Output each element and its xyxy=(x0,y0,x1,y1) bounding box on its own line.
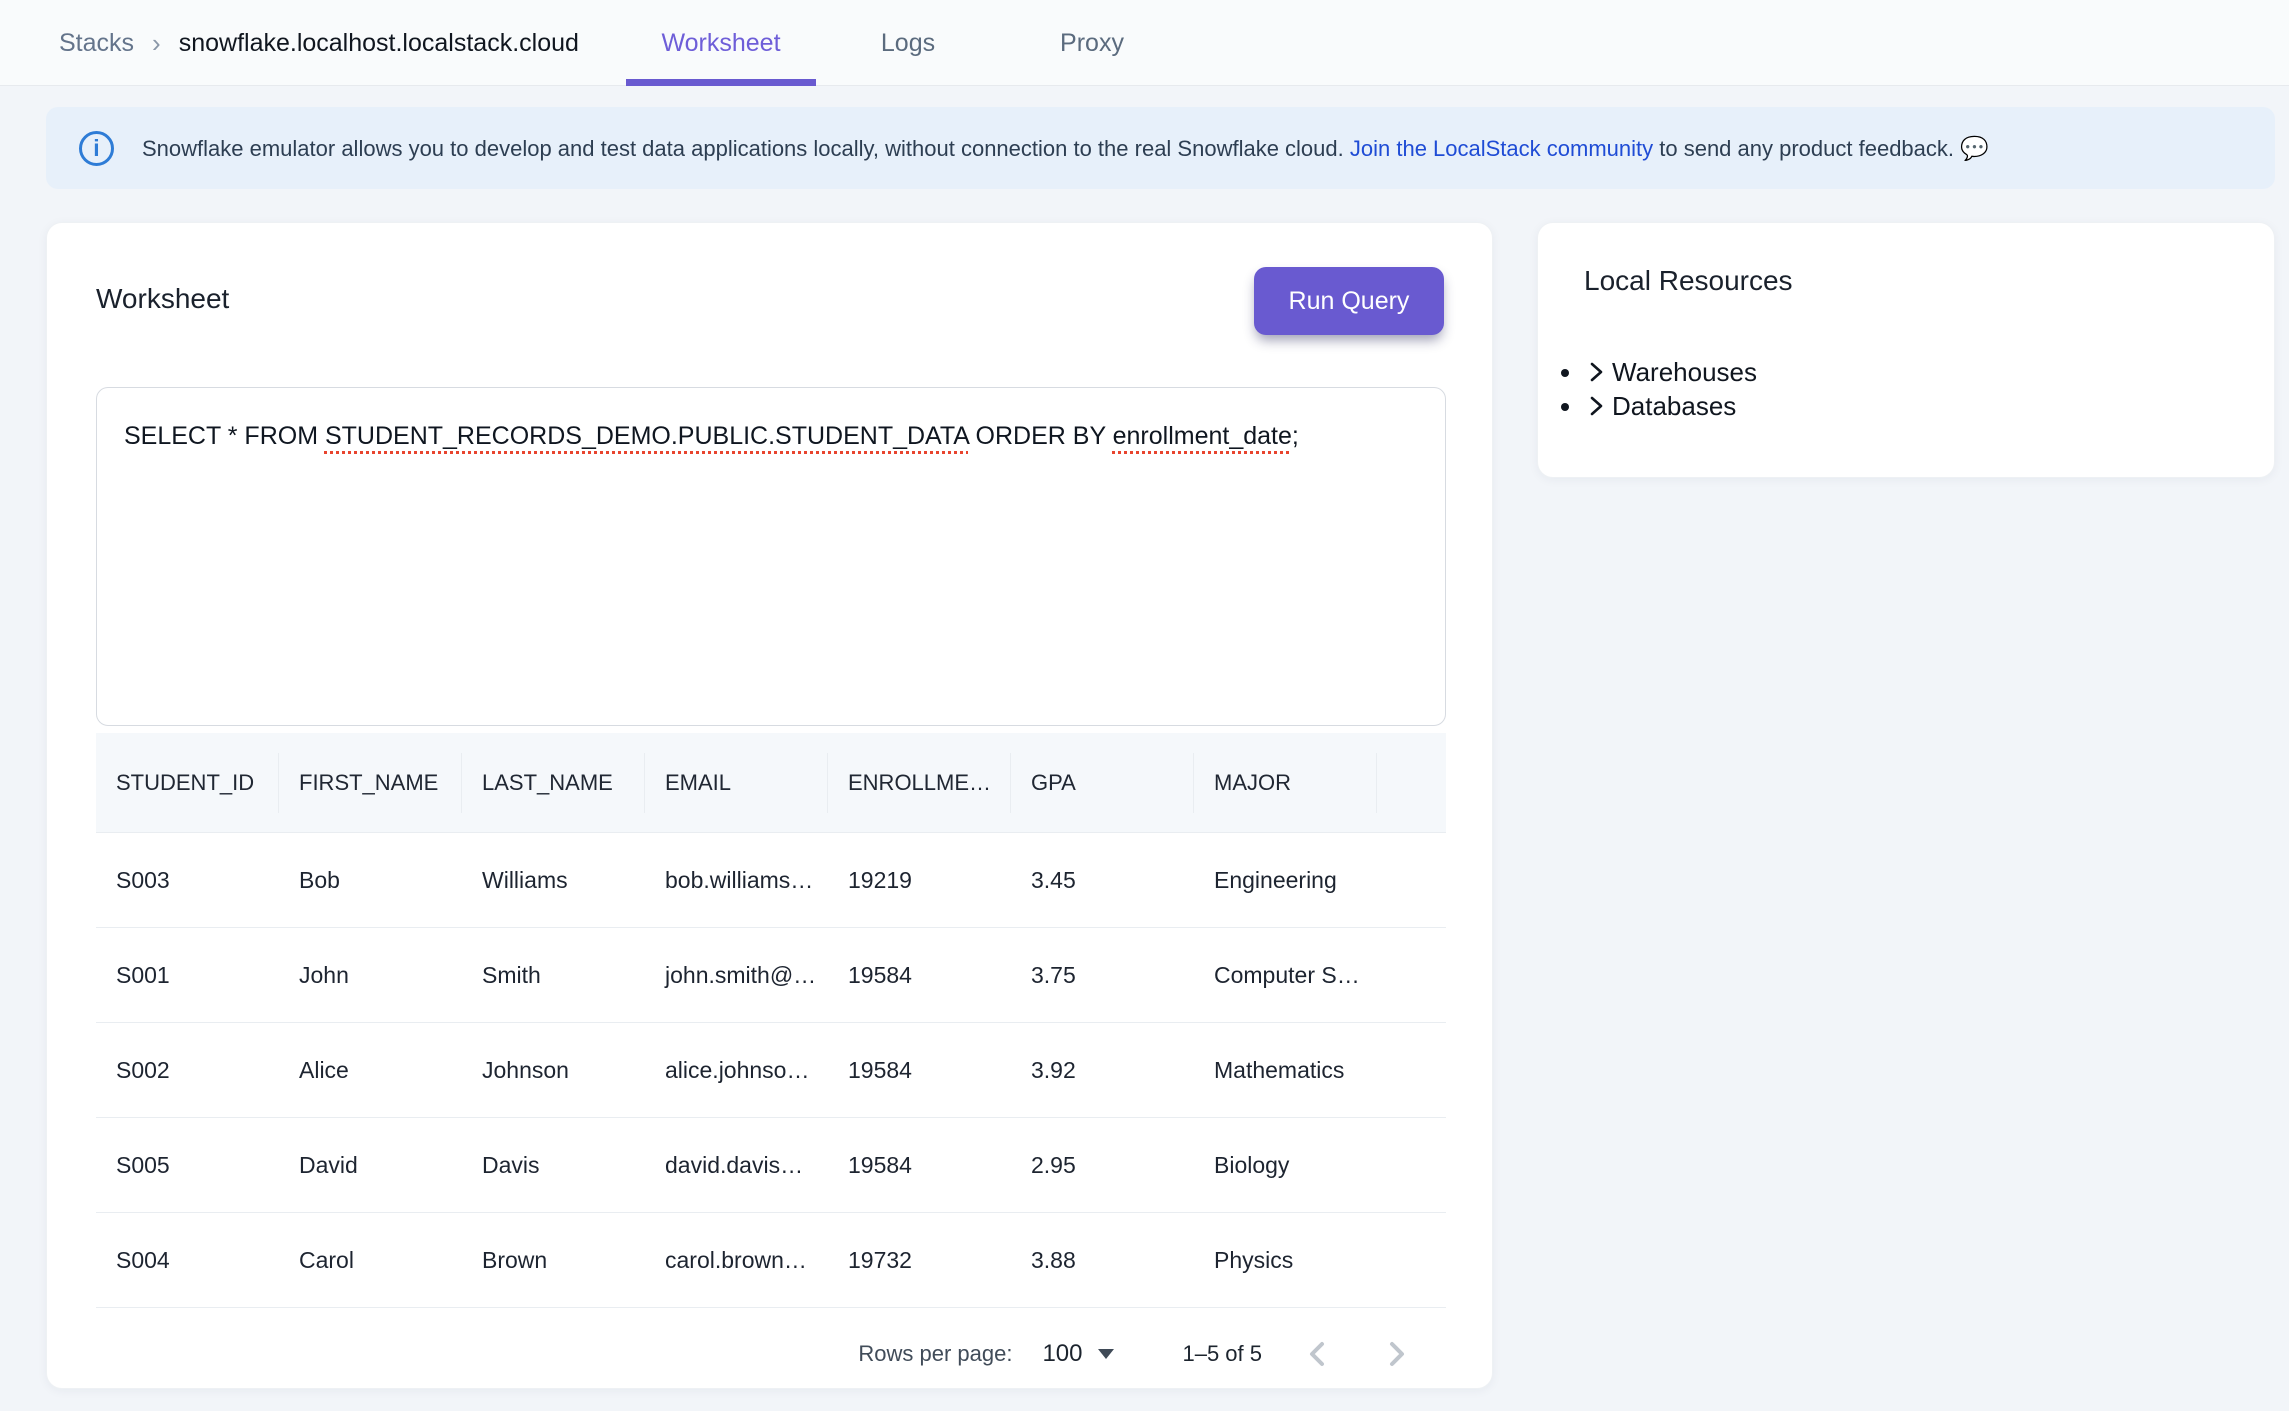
table-cell: 2.95 xyxy=(1011,1152,1194,1179)
table-cell: Carol xyxy=(279,1247,462,1274)
table-row[interactable]: S004CarolBrowncarol.brown…197323.88Physi… xyxy=(96,1213,1446,1308)
resource-item-label: Databases xyxy=(1612,391,1736,421)
table-cell: Computer S… xyxy=(1194,962,1377,989)
caret-down-icon xyxy=(1098,1349,1114,1359)
banner-text-after: to send any product feedback. xyxy=(1653,136,1954,161)
chevron-right-icon xyxy=(1379,1337,1413,1371)
resource-item-databases[interactable]: Databases xyxy=(1584,391,2274,425)
table-pagination: Rows per page: 100 1–5 of 5 xyxy=(96,1318,1446,1390)
next-page-button[interactable] xyxy=(1374,1332,1418,1376)
run-query-button[interactable]: Run Query xyxy=(1254,267,1444,335)
breadcrumb: Stacks › snowflake.localhost.localstack.… xyxy=(59,0,579,86)
info-icon: i xyxy=(79,131,114,166)
table-cell: 3.45 xyxy=(1011,867,1194,894)
table-cell: 19219 xyxy=(828,867,1011,894)
resource-item-warehouses[interactable]: Warehouses xyxy=(1584,357,2274,391)
banner-text: Snowflake emulator allows you to develop… xyxy=(142,135,1989,162)
sql-segment-2: ORDER BY xyxy=(969,422,1113,450)
pagination-range: 1–5 of 5 xyxy=(1182,1341,1262,1367)
table-cell: S001 xyxy=(96,962,279,989)
breadcrumb-separator: › xyxy=(152,28,161,59)
column-header-4[interactable]: ENROLLME… xyxy=(828,753,1011,813)
local-resources-list: Warehouses Databases xyxy=(1538,357,2274,425)
table-cell: 3.92 xyxy=(1011,1057,1194,1084)
table-cell: Mathematics xyxy=(1194,1057,1377,1084)
table-cell: David xyxy=(279,1152,462,1179)
community-link[interactable]: Join the LocalStack community xyxy=(1350,136,1653,161)
results-table: STUDENT_IDFIRST_NAMELAST_NAMEEMAILENROLL… xyxy=(96,733,1446,1308)
table-row[interactable]: S002AliceJohnsonalice.johnso…195843.92Ma… xyxy=(96,1023,1446,1118)
resource-item-label: Warehouses xyxy=(1612,357,1757,387)
table-cell: S002 xyxy=(96,1057,279,1084)
sql-segment-3: enrollment_date xyxy=(1113,422,1292,450)
table-cell: 19732 xyxy=(828,1247,1011,1274)
table-cell: Alice xyxy=(279,1057,462,1084)
table-cell: Davis xyxy=(462,1152,645,1179)
column-header-0[interactable]: STUDENT_ID xyxy=(96,753,279,813)
table-cell: 19584 xyxy=(828,1057,1011,1084)
column-header-2[interactable]: LAST_NAME xyxy=(462,753,645,813)
page: Stacks › snowflake.localhost.localstack.… xyxy=(0,0,2289,1411)
chevron-right-icon xyxy=(1584,360,1608,391)
tab-logs[interactable]: Logs xyxy=(816,0,1000,86)
table-cell: John xyxy=(279,962,462,989)
breadcrumb-stacks[interactable]: Stacks xyxy=(59,29,134,58)
table-cell: Bob xyxy=(279,867,462,894)
table-row[interactable]: S005DavidDavisdavid.davis…195842.95Biolo… xyxy=(96,1118,1446,1213)
speech-balloon-emoji: 💬 xyxy=(1960,135,1989,161)
tab-worksheet[interactable]: Worksheet xyxy=(626,0,816,86)
table-cell: 19584 xyxy=(828,962,1011,989)
table-row[interactable]: S003BobWilliamsbob.williams…192193.45Eng… xyxy=(96,833,1446,928)
table-cell: 3.75 xyxy=(1011,962,1194,989)
table-cell: alice.johnso… xyxy=(645,1057,828,1084)
chevron-right-icon xyxy=(1584,394,1608,425)
table-header-row: STUDENT_IDFIRST_NAMELAST_NAMEEMAILENROLL… xyxy=(96,733,1446,833)
table-cell: Johnson xyxy=(462,1057,645,1084)
table-cell: S005 xyxy=(96,1152,279,1179)
chevron-left-icon xyxy=(1301,1337,1335,1371)
table-cell: john.smith@… xyxy=(645,962,828,989)
sql-segment-0: SELECT * FROM xyxy=(124,422,325,450)
rows-per-page-value: 100 xyxy=(1042,1340,1082,1368)
table-cell: S004 xyxy=(96,1247,279,1274)
table-cell: Smith xyxy=(462,962,645,989)
column-header-filler xyxy=(1377,753,1446,813)
table-cell: 19584 xyxy=(828,1152,1011,1179)
info-banner: i Snowflake emulator allows you to devel… xyxy=(46,107,2275,189)
table-cell: Physics xyxy=(1194,1247,1377,1274)
local-resources-panel: Local Resources Warehouses Databases xyxy=(1537,222,2275,478)
table-cell: 3.88 xyxy=(1011,1247,1194,1274)
sql-segment-1: STUDENT_RECORDS_DEMO.PUBLIC.STUDENT_DATA xyxy=(325,422,969,450)
table-cell: bob.williams… xyxy=(645,867,828,894)
table-cell: david.davis… xyxy=(645,1152,828,1179)
breadcrumb-current-stack: snowflake.localhost.localstack.cloud xyxy=(179,29,579,58)
column-header-3[interactable]: EMAIL xyxy=(645,753,828,813)
table-row[interactable]: S001JohnSmithjohn.smith@…195843.75Comput… xyxy=(96,928,1446,1023)
table-cell: Biology xyxy=(1194,1152,1377,1179)
table-cell: carol.brown… xyxy=(645,1247,828,1274)
worksheet-title: Worksheet xyxy=(96,283,229,315)
table-cell: S003 xyxy=(96,867,279,894)
column-header-1[interactable]: FIRST_NAME xyxy=(279,753,462,813)
table-cell: Williams xyxy=(462,867,645,894)
previous-page-button[interactable] xyxy=(1296,1332,1340,1376)
table-body: S003BobWilliamsbob.williams…192193.45Eng… xyxy=(96,833,1446,1308)
rows-per-page-select[interactable]: 100 xyxy=(1042,1340,1114,1368)
tab-bar: WorksheetLogsProxy xyxy=(626,0,1184,86)
tab-proxy[interactable]: Proxy xyxy=(1000,0,1184,86)
top-bar: Stacks › snowflake.localhost.localstack.… xyxy=(0,0,2289,86)
banner-text-before: Snowflake emulator allows you to develop… xyxy=(142,136,1350,161)
worksheet-panel: Worksheet Run Query SELECT * FROM STUDEN… xyxy=(46,222,1493,1389)
table-cell: Brown xyxy=(462,1247,645,1274)
rows-per-page-label: Rows per page: xyxy=(858,1341,1012,1367)
local-resources-title: Local Resources xyxy=(1584,265,2274,297)
column-header-5[interactable]: GPA xyxy=(1011,753,1194,813)
table-cell: Engineering xyxy=(1194,867,1377,894)
sql-editor[interactable]: SELECT * FROM STUDENT_RECORDS_DEMO.PUBLI… xyxy=(96,387,1446,726)
column-header-6[interactable]: MAJOR xyxy=(1194,753,1377,813)
sql-segment-4: ; xyxy=(1292,422,1299,450)
